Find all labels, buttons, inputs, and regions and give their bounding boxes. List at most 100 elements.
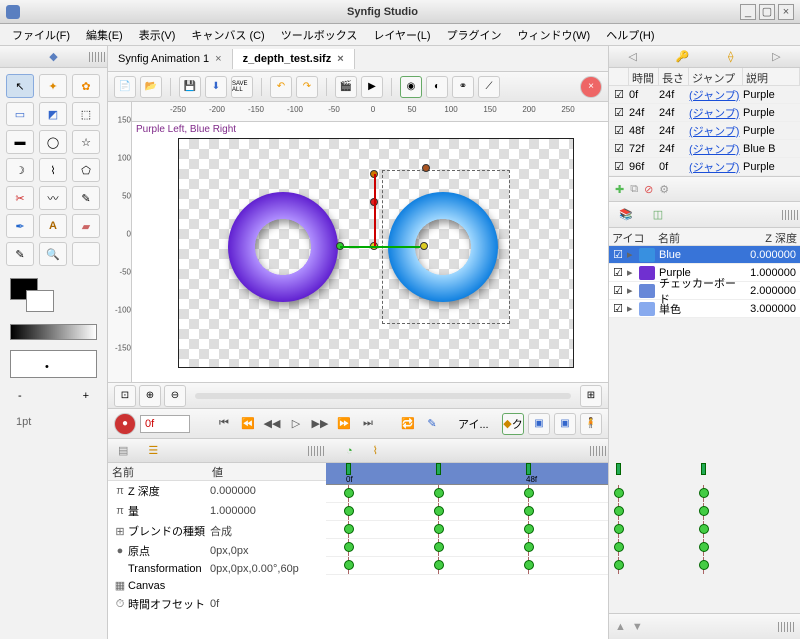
layer-row[interactable]: ☑▸単色3.000000 xyxy=(609,300,800,318)
col-time[interactable]: 時間 xyxy=(629,68,659,85)
save-as-button[interactable]: ⬇ xyxy=(205,76,227,98)
tool-layer[interactable]: ✿ xyxy=(72,74,100,98)
waypoint[interactable] xyxy=(614,524,624,534)
keyframe-jump-link[interactable]: (ジャンプ) xyxy=(689,159,743,175)
undo-button[interactable]: ↶ xyxy=(270,76,292,98)
keyframe-checkbox[interactable]: ☑ xyxy=(609,142,629,155)
grip-icon[interactable] xyxy=(778,622,794,632)
col-jump[interactable]: ジャンプ xyxy=(689,68,743,85)
timetrack-icon[interactable]: ⌇ xyxy=(373,444,378,457)
param-value[interactable]: 0.000000 xyxy=(210,485,322,497)
waypoint[interactable] xyxy=(344,560,354,570)
keyframe-row[interactable]: ☑0f24f(ジャンプ)Purple xyxy=(609,86,800,104)
expand-arrow-icon[interactable]: ▸ xyxy=(627,302,639,315)
keyframe-jump-link[interactable]: (ジャンプ) xyxy=(689,123,743,139)
snap-toggle[interactable]: ◉ xyxy=(400,76,422,98)
col-name[interactable]: 名前 xyxy=(112,464,212,480)
menu-edit[interactable]: 編集(E) xyxy=(78,24,131,46)
grip-icon[interactable] xyxy=(590,446,606,456)
tool-mask[interactable]: ◩ xyxy=(39,102,67,126)
param-value[interactable]: 0f xyxy=(210,598,322,610)
group-layer-button[interactable]: ⧉ xyxy=(630,183,638,196)
waypoint[interactable] xyxy=(344,488,354,498)
seek-start-button[interactable]: ⏮ xyxy=(214,414,234,434)
new-button[interactable]: 📄 xyxy=(114,76,136,98)
col-value[interactable]: 値 xyxy=(212,464,223,480)
close-icon[interactable]: × xyxy=(215,53,221,65)
tool-spiral[interactable]: ⌇ xyxy=(39,158,67,182)
time-input[interactable] xyxy=(140,415,190,433)
menu-toolbox[interactable]: ツールボックス xyxy=(273,24,366,46)
tab-z-depth-test[interactable]: z_depth_test.sifz × xyxy=(233,49,355,69)
purple-ring-layer[interactable] xyxy=(228,192,338,302)
waypoint[interactable] xyxy=(614,560,624,570)
brush-preview[interactable] xyxy=(10,350,97,378)
param-row[interactable]: Transformation0px,0px,0.00°,60p xyxy=(108,561,326,577)
onion-toggle[interactable]: ◐ xyxy=(426,76,448,98)
keyframe-jump-link[interactable]: (ジャンプ) xyxy=(689,141,743,157)
param-row[interactable]: πZ 深度0.000000 xyxy=(108,481,326,501)
waypoint[interactable] xyxy=(344,524,354,534)
grip-icon[interactable] xyxy=(89,52,105,62)
open-button[interactable]: 📂 xyxy=(140,76,162,98)
param-row[interactable]: ⊞ブレンドの種類合成 xyxy=(108,521,326,541)
keyframe-jump-link[interactable]: (ジャンプ) xyxy=(689,105,743,121)
delete-layer-button[interactable]: ⊘ xyxy=(644,183,653,196)
tool-pen[interactable]: ✎ xyxy=(72,186,100,210)
timetrack-row[interactable] xyxy=(326,485,608,503)
zoom-fit-button[interactable]: ⊞ xyxy=(580,385,602,407)
waypoint[interactable] xyxy=(699,542,709,552)
next-keyframe-button[interactable]: ⏩ xyxy=(334,414,354,434)
waypoint[interactable] xyxy=(344,506,354,516)
tool-line[interactable]: ▭ xyxy=(6,102,34,126)
waypoint[interactable] xyxy=(699,524,709,534)
expand-arrow-icon[interactable]: ▸ xyxy=(627,284,639,297)
zoom-out-button[interactable]: ⊖ xyxy=(164,385,186,407)
animate-mode-button[interactable]: 🧍 xyxy=(580,413,602,435)
waypoint[interactable] xyxy=(434,506,444,516)
curves-icon[interactable]: ◔ xyxy=(346,445,353,457)
param-value[interactable]: 合成 xyxy=(210,523,322,539)
waypoint[interactable] xyxy=(434,524,444,534)
handle-stretch[interactable] xyxy=(420,242,428,250)
param-value[interactable]: 1.000000 xyxy=(210,505,322,517)
keyframe-marker[interactable] xyxy=(701,463,706,475)
background-color[interactable] xyxy=(26,290,54,312)
next-kf-button[interactable]: ▷ xyxy=(772,50,780,63)
menu-view[interactable]: 表示(V) xyxy=(131,24,184,46)
keyframe-marker[interactable] xyxy=(616,463,621,475)
close-icon[interactable]: × xyxy=(337,53,343,65)
raise-layer-button[interactable]: ▲ xyxy=(615,621,626,633)
layer-row[interactable]: ☑▸Blue0.000000 xyxy=(609,246,800,264)
param-row[interactable]: ●原点0px,0px xyxy=(108,541,326,561)
handle-skew[interactable] xyxy=(422,164,430,172)
waypoint[interactable] xyxy=(434,560,444,570)
sets-tab-icon[interactable]: ◫ xyxy=(653,208,663,221)
tool-rect[interactable]: ▬ xyxy=(6,130,34,154)
stroke-size[interactable]: 1pt xyxy=(6,410,101,434)
record-button[interactable]: ● xyxy=(114,413,136,435)
tool-zoom[interactable]: 🔍 xyxy=(39,242,67,266)
menu-canvas[interactable]: キャンバス (C) xyxy=(183,24,272,46)
prev-frame-button[interactable]: ◀◀ xyxy=(262,414,282,434)
tool-circle[interactable]: ◯ xyxy=(39,130,67,154)
seek-end-button[interactable]: ⏭ xyxy=(358,414,378,434)
prev-keyframe-button[interactable]: ⏪ xyxy=(238,414,258,434)
waypoint[interactable] xyxy=(524,542,534,552)
tool-erase[interactable]: ▰ xyxy=(72,214,100,238)
redo-button[interactable]: ↷ xyxy=(296,76,318,98)
key-icon[interactable]: 🔑 xyxy=(676,50,690,63)
waypoint[interactable] xyxy=(699,488,709,498)
keyframe-row[interactable]: ☑96f0f(ジャンプ)Purple xyxy=(609,158,800,176)
prev-kf-button[interactable]: ◁ xyxy=(628,50,636,63)
tool-star[interactable]: ☆ xyxy=(72,130,100,154)
tool-cut[interactable]: ✂ xyxy=(6,186,34,210)
menu-plugin[interactable]: プラグイン xyxy=(439,24,510,46)
waypoint[interactable] xyxy=(524,488,534,498)
fit-button[interactable]: ⊡ xyxy=(114,385,136,407)
timetrack-row[interactable] xyxy=(326,521,608,539)
lower-layer-button[interactable]: ▼ xyxy=(632,621,643,633)
next-frame-button[interactable]: ▶▶ xyxy=(310,414,330,434)
timetrack-row[interactable] xyxy=(326,557,608,575)
keyframe-jump-link[interactable]: (ジャンプ) xyxy=(689,87,743,103)
